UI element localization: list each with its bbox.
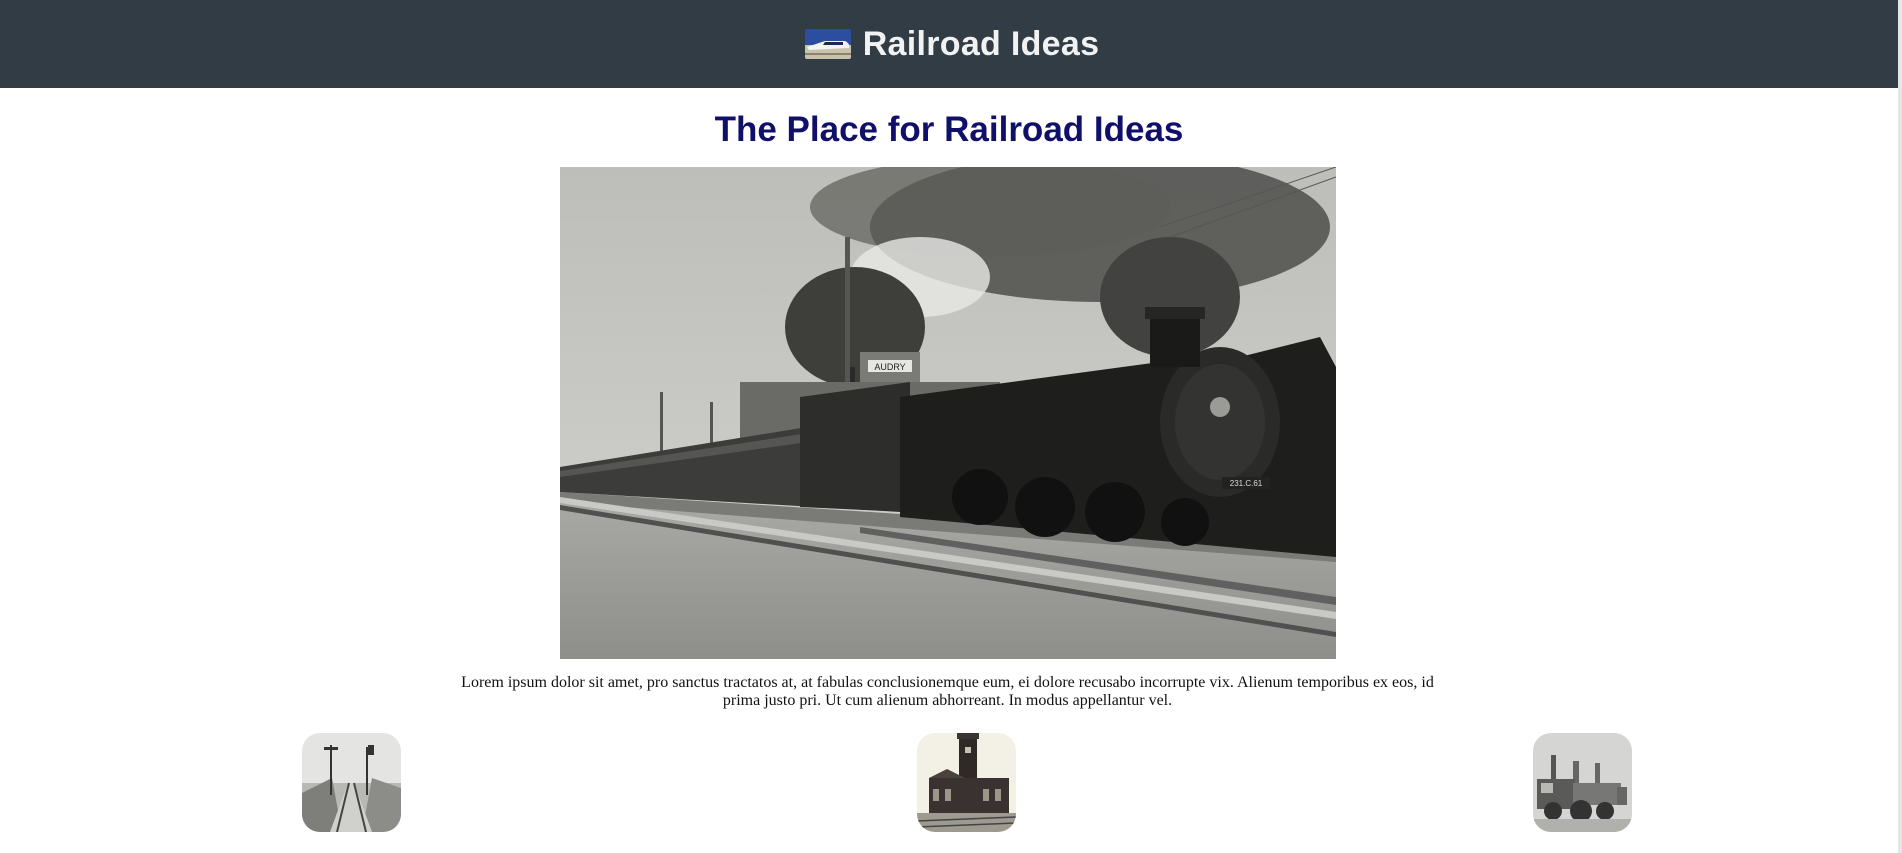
brand-logo-icon[interactable] <box>804 29 851 59</box>
engine-number-label: 231.C.61 <box>1230 479 1263 488</box>
station-photo-icon <box>917 733 1016 832</box>
intro-text: Lorem ipsum dolor sit amet, pro sanctus … <box>461 674 1434 709</box>
site-header: Railroad Ideas <box>0 0 1898 88</box>
tracks-photo-icon <box>302 733 401 832</box>
brand[interactable]: Railroad Ideas <box>804 25 1100 64</box>
station-sign-label: AUDRY <box>874 362 905 372</box>
gallery-thumb-tracks[interactable] <box>302 733 401 832</box>
locomotive-photo-icon <box>1533 733 1632 832</box>
scrollbar-track[interactable] <box>1898 0 1902 853</box>
gallery-thumb-station[interactable] <box>917 733 1016 832</box>
gallery-thumb-locomotive[interactable] <box>1533 733 1632 832</box>
hero-locomotive-image: AUDRY 231.C.61 <box>560 167 1336 659</box>
page-heading: The Place for Railroad Ideas <box>714 110 1184 149</box>
site-title[interactable]: Railroad Ideas <box>863 25 1100 64</box>
